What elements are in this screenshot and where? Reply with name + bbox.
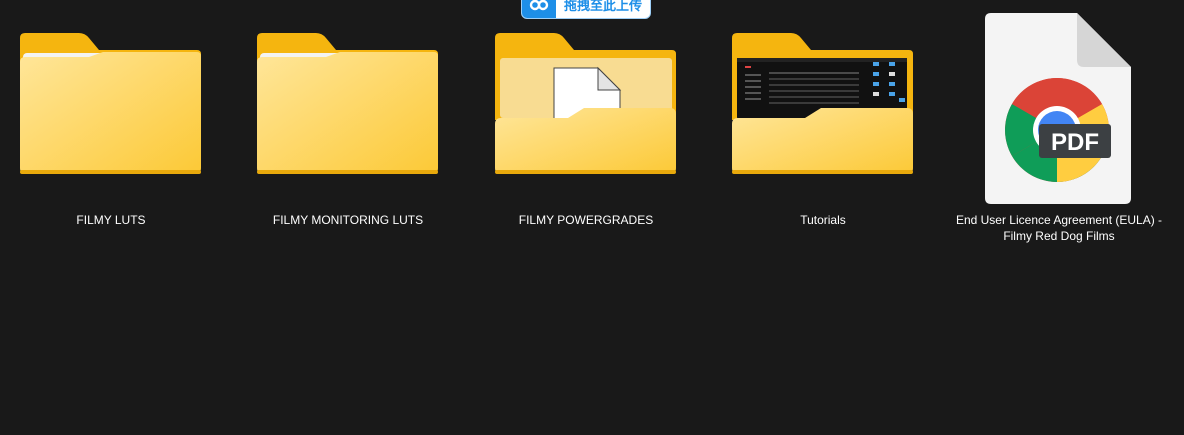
item-label: Tutorials xyxy=(800,213,846,227)
folder-with-screenshot-icon xyxy=(713,0,933,210)
item-label: FILMY MONITORING LUTS xyxy=(272,213,424,227)
item-label: FILMY LUTS xyxy=(76,213,146,227)
item-label-line2: Filmy Red Dog Films xyxy=(1003,229,1115,243)
pdf-item-eula[interactable]: PDF End User Licence Agreement (EULA) - … xyxy=(949,0,1169,250)
item-label: End User Licence Agreement (EULA) - Film… xyxy=(949,212,1169,244)
folder-item-filmy-monitoring-luts[interactable]: FILMY MONITORING LUTS xyxy=(238,0,458,250)
folder-item-filmy-luts[interactable]: FILMY LUTS xyxy=(1,0,221,250)
item-label: FILMY POWERGRADES xyxy=(518,213,654,227)
folder-item-tutorials[interactable]: Tutorials xyxy=(713,0,933,250)
folder-icon xyxy=(1,0,221,210)
chrome-pdf-icon: PDF xyxy=(949,0,1169,210)
folder-icon xyxy=(238,0,458,210)
pdf-badge-text: PDF xyxy=(1051,129,1099,156)
item-label-line1: End User Licence Agreement (EULA) - xyxy=(955,213,1163,227)
file-explorer-view: 拖拽至此上传 FILMY LUTS FILMY MONITORING LUTS … xyxy=(0,0,1184,435)
folder-with-document-icon xyxy=(476,0,696,210)
folder-item-filmy-powergrades[interactable]: FILMY POWERGRADES xyxy=(476,0,696,250)
